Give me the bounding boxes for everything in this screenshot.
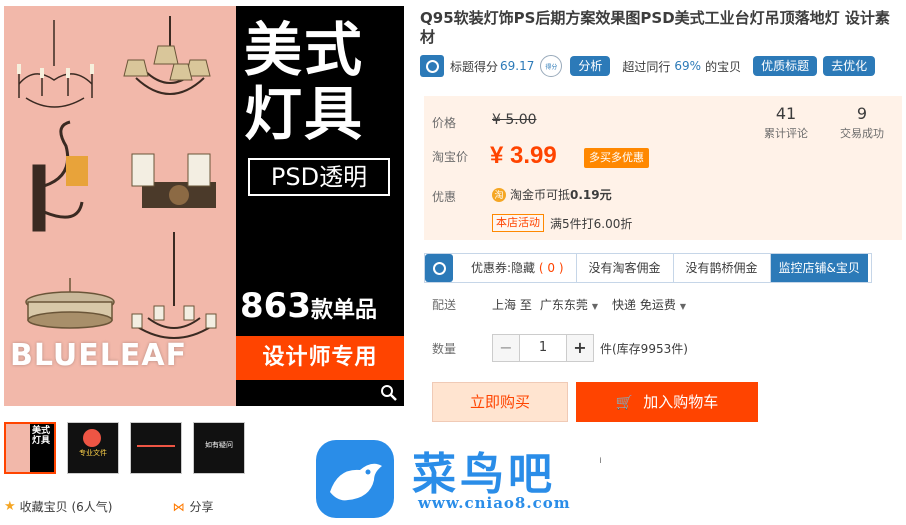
share-button[interactable]: ⋈ 分享: [172, 498, 213, 515]
designer-label: 设计师专用: [236, 336, 404, 380]
store-promo: 本店活动 满5件打6.00折: [492, 214, 632, 232]
item-count: 863款单品: [240, 286, 377, 326]
quantity-stepper: − 1 +: [492, 334, 594, 362]
optimize-button[interactable]: 去优化: [823, 56, 876, 76]
coupon-tool[interactable]: 优惠券:隐藏 ( 0 ): [459, 254, 577, 282]
plugin-tools-bar: 优惠券:隐藏 ( 0 ) 没有淘客佣金 没有鹊桥佣金 监控店铺&宝贝: [424, 253, 872, 283]
thumbnail[interactable]: 如有疑问: [193, 422, 245, 474]
thumbnail[interactable]: 美式灯具: [4, 422, 56, 474]
add-to-cart-button[interactable]: 🛒 加入购物车: [576, 382, 758, 422]
coin-icon: 淘: [492, 187, 506, 202]
quantity-input[interactable]: 1: [519, 335, 567, 361]
watermark-url: www.cniao8.com: [418, 494, 571, 512]
bottom-actions: ★ 收藏宝贝 (6人气) ⋈ 分享: [4, 498, 214, 515]
watermark-text: 菜鸟吧: [412, 449, 556, 500]
bridge-commission[interactable]: 没有鹊桥佣金: [674, 254, 771, 282]
quality-title-button[interactable]: 优质标题: [753, 56, 818, 76]
share-icon: ⋈: [172, 499, 185, 514]
chevron-down-icon: ▼: [591, 302, 598, 311]
zoom-icon[interactable]: [380, 384, 398, 402]
destination-select[interactable]: 广东东莞 ▼: [540, 296, 598, 313]
psd-label: PSD透明: [248, 158, 390, 196]
stock-text: 件(库存9953件): [600, 341, 688, 356]
original-price: ¥ 5.00: [492, 112, 537, 128]
price-panel: 价格 ¥ 5.00 淘宝价 ¥ 3.99 多买多优惠 41 累计评论 9 交易成…: [424, 96, 902, 240]
coin-discount: 淘 淘金币可抵 0.19元: [492, 186, 612, 203]
main-product-image[interactable]: 美式 灯具 PSD透明 863款单品 设计师专用 BLUELEAF: [4, 6, 404, 406]
score-badge-icon: 得分: [540, 55, 563, 77]
analyze-button[interactable]: 分析: [570, 56, 611, 76]
promo-tag: 本店活动: [492, 214, 544, 232]
thumbnail-strip: 美式灯具 专业文件 如有疑问: [4, 422, 256, 474]
review-stat[interactable]: 41 累计评论: [764, 104, 808, 141]
favorite-button[interactable]: ★ 收藏宝贝 (6人气): [4, 498, 112, 515]
shipping-row: 配送 上海 至 广东东莞 ▼ 快递 免运费 ▼: [432, 296, 686, 313]
current-price: ¥ 3.99: [490, 142, 557, 169]
watermark: 菜鸟吧 www.cniao8.com: [300, 432, 600, 524]
brand-logo: BLUELEAF: [10, 338, 188, 373]
taoke-commission[interactable]: 没有淘客佣金: [577, 254, 674, 282]
multi-buy-tag[interactable]: 多买多优惠: [584, 148, 649, 168]
image-headline: 美式 灯具: [244, 16, 365, 148]
sales-stat: 9 交易成功: [840, 104, 884, 140]
shipping-method-select[interactable]: 快递 免运费 ▼: [612, 296, 686, 313]
thumbnail[interactable]: 专业文件: [67, 422, 119, 474]
product-title: Q95软装灯饰PS后期方案效果图PSD美式工业台灯吊顶落地灯 设计素材: [420, 9, 890, 46]
plugin-logo-icon: [425, 254, 453, 282]
decrement-button[interactable]: −: [493, 335, 519, 361]
score-value: 69.17: [500, 59, 535, 73]
monitor-shop-button[interactable]: 监控店铺&宝贝: [770, 254, 868, 282]
cart-icon: 🛒: [615, 395, 634, 411]
buy-now-button[interactable]: 立即购买: [432, 382, 568, 422]
bird-logo-icon: [316, 440, 394, 518]
quantity-row: 数量 − 1 + 件(库存9953件): [432, 334, 688, 362]
chevron-down-icon: ▼: [679, 302, 686, 311]
plugin-logo-icon: [420, 55, 444, 77]
star-icon: ★: [4, 499, 16, 514]
increment-button[interactable]: +: [567, 335, 593, 361]
title-score-bar: 标题得分 69.17 得分 分析 超过同行 69% 的宝贝 优质标题 去优化: [420, 54, 900, 78]
thumbnail[interactable]: [130, 422, 182, 474]
